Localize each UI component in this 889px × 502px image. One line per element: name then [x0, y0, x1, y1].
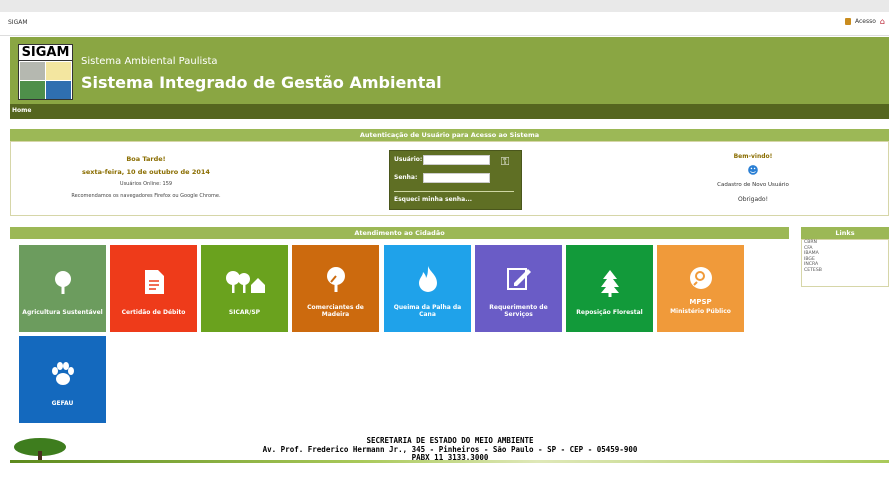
browser-strip — [0, 0, 889, 12]
sun-icon — [46, 62, 71, 80]
sigam-logo: SIGAM — [18, 44, 73, 100]
password-label: Senha: — [394, 174, 418, 181]
thanks-text: Obrigado! — [737, 196, 769, 203]
user-label: Usuário: — [394, 156, 423, 163]
register-link[interactable]: Cadastro de Novo Usuário — [703, 182, 803, 188]
access-link[interactable]: Acesso ⌂ — [845, 18, 885, 26]
paw-icon — [19, 362, 106, 390]
nav-bar: Home — [10, 104, 889, 119]
links-list: CBRN CFA IBAMA IBGE INCRA CETESB — [801, 239, 889, 287]
edit-icon — [475, 265, 562, 295]
greeting: Boa Tarde! — [126, 155, 166, 163]
tile-gefau[interactable]: GEFAU — [19, 336, 106, 423]
tile-label: MPSP — [689, 298, 712, 306]
tile-label: Queima da Palha da Cana — [393, 304, 462, 318]
links-bar-title: Links — [801, 227, 889, 239]
tile-label: GEFAU — [51, 400, 74, 407]
building-icon — [20, 62, 45, 80]
footer-address: SECRETARIA DE ESTADO DO MEIO AMBIENTE Av… — [200, 436, 700, 463]
auth-bar-title: Autenticação de Usuário para Acesso ao S… — [10, 129, 889, 141]
tile-agricultura[interactable]: Agricultura Sustentável — [19, 245, 106, 332]
footer-line-3: PABX 11 3133.3000 — [411, 453, 489, 462]
plant-icon — [20, 81, 45, 99]
tree-icon — [19, 269, 106, 299]
tile-reposicao[interactable]: Reposição Florestal — [566, 245, 653, 332]
tile-label-2: Ministério Público — [670, 308, 731, 315]
tile-mpsp[interactable]: MPSP Ministério Público — [657, 245, 744, 332]
tile-sicar[interactable]: SICAR/SP — [201, 245, 288, 332]
water-icon — [46, 81, 71, 99]
tile-label: SICAR/SP — [228, 309, 261, 316]
site-header — [10, 37, 889, 104]
tile-label: Requerimento de Serviços — [489, 304, 548, 318]
document-icon — [110, 269, 197, 299]
atendimento-bar-title: Atendimento ao Cidadão — [10, 227, 789, 239]
search-icon — [657, 266, 744, 294]
welcome-title: Bem-vindo! — [733, 153, 773, 160]
header-subtitle: Sistema Ambiental Paulista — [81, 56, 218, 67]
lock-icon — [845, 18, 851, 25]
logo-text: SIGAM — [19, 45, 72, 61]
pine-tree-icon — [566, 269, 653, 301]
browser-recommendation: Recomendamos os navegadores Firefox ou G… — [71, 193, 221, 199]
link-item[interactable]: CETESB — [802, 268, 888, 274]
tile-certidao[interactable]: Certidão de Débito — [110, 245, 197, 332]
login-divider — [394, 191, 514, 192]
current-date: sexta-feira, 10 de outubro de 2014 — [82, 168, 210, 176]
new-user-icon[interactable]: ☻ — [703, 164, 803, 177]
fire-icon — [384, 265, 471, 297]
login-form: Usuário: Senha: ⚿ Esqueci minha senha... — [389, 150, 522, 210]
home-icon[interactable]: ⌂ — [880, 18, 885, 26]
tile-requerimento[interactable]: Requerimento de Serviços — [475, 245, 562, 332]
forgot-password-link[interactable]: Esqueci minha senha... — [394, 196, 472, 203]
user-input[interactable] — [423, 155, 490, 165]
password-input[interactable] — [423, 173, 490, 183]
tile-label: Agricultura Sustentável — [22, 309, 103, 316]
tile-label: Certidão de Débito — [121, 309, 186, 316]
tile-queima[interactable]: Queima da Palha da Cana — [384, 245, 471, 332]
title-bar: SIGAM Acesso ⌂ — [0, 12, 889, 36]
tree-cut-icon — [292, 265, 379, 297]
users-online: Usuários Online: 159 — [119, 181, 173, 187]
nav-home[interactable]: Home — [12, 107, 31, 114]
access-label: Acesso — [855, 18, 876, 25]
tile-label: Reposição Florestal — [576, 309, 643, 316]
header-title: Sistema Integrado de Gestão Ambiental — [81, 73, 442, 92]
tile-label: Comerciantes de Madeira — [307, 304, 364, 318]
app-title: SIGAM — [8, 19, 28, 26]
login-key-icon[interactable]: ⚿ — [498, 155, 512, 169]
house-trees-icon — [201, 269, 288, 299]
tile-comerciantes[interactable]: Comerciantes de Madeira — [292, 245, 379, 332]
